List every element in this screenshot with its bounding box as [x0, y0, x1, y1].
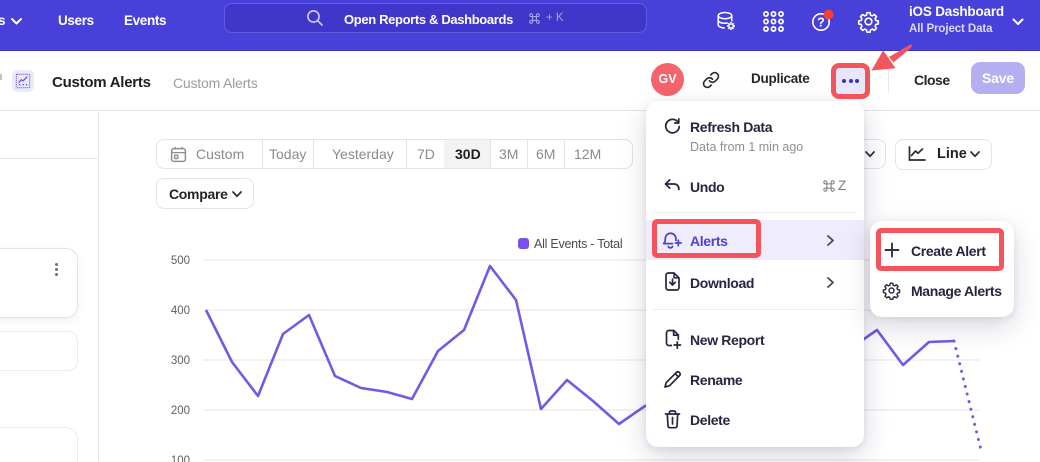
- svg-text:200: 200: [171, 405, 190, 417]
- svg-text:400: 400: [171, 305, 190, 317]
- svg-text:300: 300: [171, 355, 190, 367]
- svg-text:500: 500: [171, 255, 190, 267]
- svg-text:?: ?: [817, 16, 825, 30]
- svg-text:100: 100: [171, 455, 190, 462]
